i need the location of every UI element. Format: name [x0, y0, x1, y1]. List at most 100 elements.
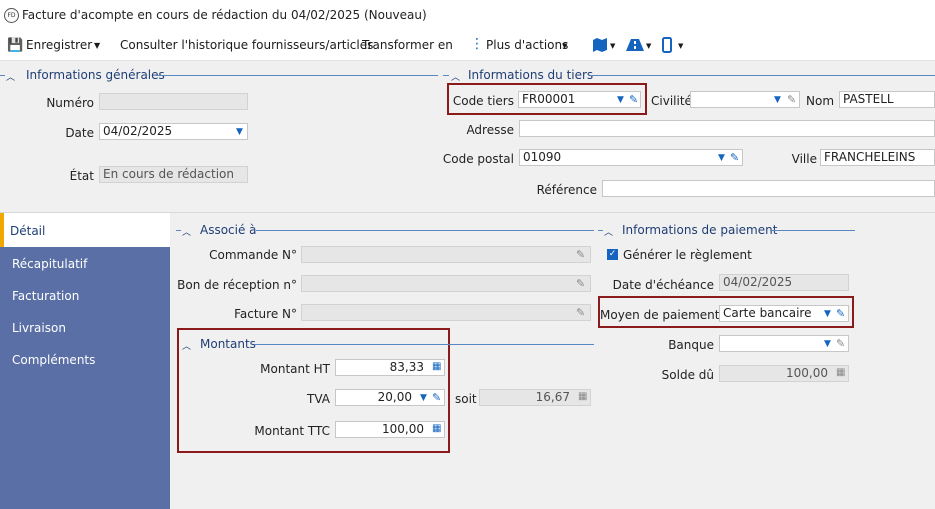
tva-edit-icon[interactable]: ✎ — [432, 391, 441, 404]
map-dropdown-icon[interactable]: ▼ — [610, 42, 615, 50]
road-icon[interactable] — [626, 39, 644, 51]
date-label: Date — [65, 126, 94, 140]
nom-field[interactable]: PASTELL — [839, 91, 935, 108]
collapse-associe-icon[interactable]: ︿ — [182, 225, 191, 238]
montant-ttc-label: Montant TTC — [254, 424, 330, 438]
section-line — [256, 230, 594, 231]
section-line — [443, 75, 449, 76]
section-title-tiers: Informations du tiers — [468, 68, 594, 82]
commande-field — [301, 246, 591, 263]
more-actions-button[interactable]: Plus d'actions — [486, 38, 568, 52]
civilite-label: Civilité — [651, 94, 692, 108]
generer-reglement-checkbox[interactable]: ✓ — [607, 249, 618, 260]
nav-item-detail[interactable]: Détail — [10, 224, 45, 238]
section-title-montants: Montants — [200, 337, 256, 351]
code-postal-dropdown-icon[interactable]: ▼ — [718, 153, 725, 163]
etat-field: En cours de rédaction — [99, 166, 248, 183]
calculator-icon[interactable]: ▦ — [432, 423, 441, 434]
code-postal-label: Code postal — [442, 152, 514, 166]
calculator-icon: ▦ — [836, 367, 846, 378]
kebab-icon[interactable]: ⋮ — [470, 36, 484, 52]
section-line — [770, 230, 855, 231]
collapse-paiement-icon[interactable]: ︿ — [604, 225, 613, 238]
section-line — [176, 230, 181, 231]
ville-field[interactable]: FRANCHELEINS — [820, 149, 935, 166]
commande-label: Commande N° — [209, 248, 297, 262]
side-nav-active-marker — [0, 213, 4, 247]
bon-reception-field — [301, 275, 591, 292]
solde-du-field: 100,00 — [719, 365, 849, 382]
section-title-associe: Associé à — [200, 223, 257, 237]
reference-label: Référence — [536, 183, 597, 197]
facture-label: Facture N° — [234, 307, 297, 321]
commande-edit-icon[interactable]: ✎ — [576, 248, 585, 261]
montant-ht-label: Montant HT — [260, 362, 330, 376]
banque-dropdown-icon[interactable]: ▼ — [824, 339, 831, 349]
tva-field[interactable]: 20,00 — [335, 389, 445, 406]
collapse-general-icon[interactable]: ︿ — [6, 70, 15, 83]
code-tiers-dropdown-icon[interactable]: ▼ — [617, 95, 624, 105]
soit-field: 16,67 — [479, 389, 591, 406]
section-line — [156, 75, 438, 76]
bon-reception-label: Bon de réception n° — [177, 278, 297, 292]
more-actions-chevron-icon[interactable]: ▼ — [562, 42, 567, 50]
calculator-icon[interactable]: ▦ — [432, 361, 441, 372]
collapse-montants-icon[interactable]: ︿ — [182, 339, 191, 352]
mobile-dropdown-icon[interactable]: ▼ — [678, 42, 683, 50]
etat-label: État — [69, 169, 94, 183]
nom-label: Nom — [806, 94, 835, 108]
nav-item-facturation[interactable]: Facturation — [12, 289, 79, 303]
calculator-icon: ▦ — [578, 391, 588, 402]
reference-field[interactable] — [602, 180, 935, 197]
moyen-paiement-edit-icon[interactable]: ✎ — [836, 307, 845, 320]
window-title: Facture d'acompte en cours de rédaction … — [22, 8, 427, 22]
map-icon[interactable] — [592, 38, 608, 52]
road-dropdown-icon[interactable]: ▼ — [646, 42, 651, 50]
echeance-label: Date d'échéance — [612, 278, 714, 292]
code-postal-edit-icon[interactable]: ✎ — [730, 151, 739, 164]
nav-item-complements[interactable]: Compléments — [12, 353, 95, 367]
transform-button[interactable]: Transformer en — [362, 38, 453, 52]
bon-reception-edit-icon[interactable]: ✎ — [576, 277, 585, 290]
section-line — [590, 75, 935, 76]
save-dropdown-icon[interactable]: ▼ — [94, 41, 100, 50]
ville-label: Ville — [791, 152, 817, 166]
civilite-dropdown-icon[interactable]: ▼ — [774, 95, 781, 105]
soit-label: soit — [455, 392, 477, 406]
civilite-edit-icon[interactable]: ✎ — [787, 93, 796, 106]
facture-field — [301, 304, 591, 321]
numero-label: Numéro — [46, 96, 94, 110]
code-tiers-label: Code tiers — [452, 94, 514, 108]
code-postal-field[interactable]: 01090 — [519, 149, 743, 166]
moyen-paiement-label: Moyen de paiement — [600, 308, 720, 322]
nav-item-recapitulatif[interactable]: Récapitulatif — [12, 257, 87, 271]
montant-ht-field[interactable]: 83,33 — [335, 359, 445, 376]
banque-label: Banque — [668, 338, 714, 352]
date-field[interactable]: 04/02/2025 — [99, 123, 248, 140]
date-dropdown-icon[interactable]: ▼ — [236, 127, 243, 137]
fd-badge-icon: FD — [4, 8, 19, 23]
numero-field — [99, 93, 248, 110]
banque-edit-icon[interactable]: ✎ — [836, 337, 845, 350]
generer-reglement-label: Générer le règlement — [623, 248, 752, 262]
nav-item-livraison[interactable]: Livraison — [12, 321, 66, 335]
code-tiers-edit-icon[interactable]: ✎ — [629, 93, 638, 106]
save-button[interactable]: Enregistrer — [26, 38, 92, 52]
solde-du-label: Solde dû — [661, 368, 714, 382]
facture-edit-icon[interactable]: ✎ — [576, 306, 585, 319]
history-button[interactable]: Consulter l'historique fournisseurs/arti… — [120, 38, 373, 52]
section-title-general: Informations générales — [26, 68, 165, 82]
collapse-tiers-icon[interactable]: ︿ — [451, 70, 460, 83]
adresse-label: Adresse — [466, 123, 514, 137]
section-title-paiement: Informations de paiement — [622, 223, 778, 237]
moyen-paiement-dropdown-icon[interactable]: ▼ — [824, 309, 831, 319]
save-icon[interactable]: 💾 — [7, 38, 23, 53]
montant-ttc-field[interactable]: 100,00 — [335, 421, 445, 438]
section-line — [598, 230, 603, 231]
mobile-icon[interactable] — [662, 37, 672, 53]
adresse-field[interactable] — [519, 120, 935, 137]
tva-dropdown-icon[interactable]: ▼ — [420, 393, 427, 403]
civilite-field[interactable] — [690, 91, 800, 108]
section-line — [254, 344, 594, 345]
echeance-field: 04/02/2025 — [719, 274, 849, 291]
